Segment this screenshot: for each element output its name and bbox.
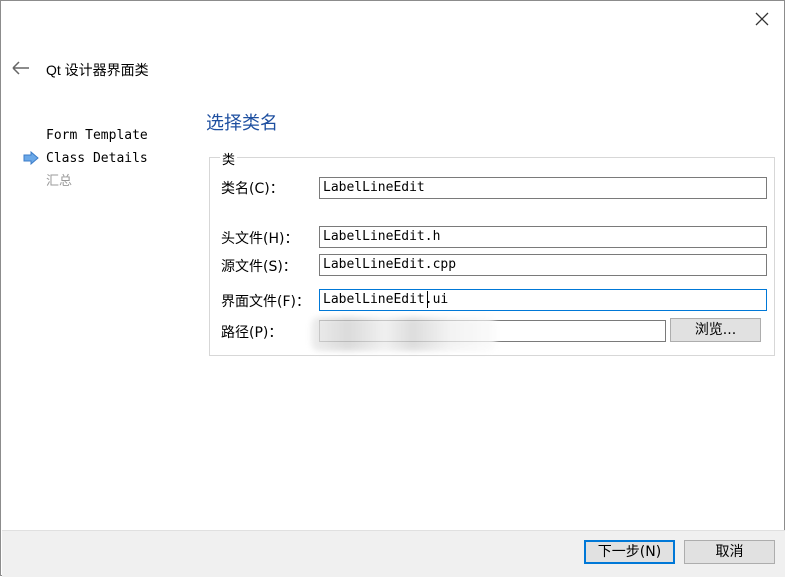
path-label: 路径(P)： (221, 325, 283, 341)
text-cursor (427, 291, 428, 308)
wizard-steps: Form Template Class Details 汇总 (46, 127, 148, 196)
next-button[interactable]: 下一步(N) (584, 540, 675, 564)
step-class-details: Class Details (46, 151, 148, 166)
class-name-input[interactable]: LabelLineEdit (319, 177, 767, 199)
current-step-arrow-icon (23, 150, 39, 169)
step-summary: 汇总 (46, 174, 73, 189)
step-form-template: Form Template (46, 128, 148, 143)
wizard-title: Qt 设计器界面类 (46, 62, 149, 78)
source-file-label: 源文件(S)： (221, 259, 297, 275)
close-icon (755, 12, 769, 26)
redacted-path-blur (311, 317, 496, 351)
back-button[interactable] (11, 58, 31, 78)
section-title: 选择类名 (206, 113, 278, 134)
source-file-input[interactable]: LabelLineEdit.cpp (319, 254, 767, 276)
cancel-button[interactable]: 取消 (684, 540, 775, 564)
class-group-title: 类 (220, 149, 238, 168)
form-file-input[interactable]: LabelLineEdit.ui (319, 289, 767, 311)
wizard-window: Qt 设计器界面类 Form Template Class Details 汇总… (0, 0, 785, 577)
back-arrow-icon (12, 61, 29, 75)
class-name-label: 类名(C)： (221, 181, 284, 197)
header-file-input[interactable]: LabelLineEdit.h (319, 226, 767, 248)
close-button[interactable] (750, 7, 774, 31)
browse-button[interactable]: 浏览... (670, 318, 761, 342)
form-file-label: 界面文件(F)： (221, 294, 310, 310)
header-file-label: 头文件(H)： (221, 231, 299, 247)
